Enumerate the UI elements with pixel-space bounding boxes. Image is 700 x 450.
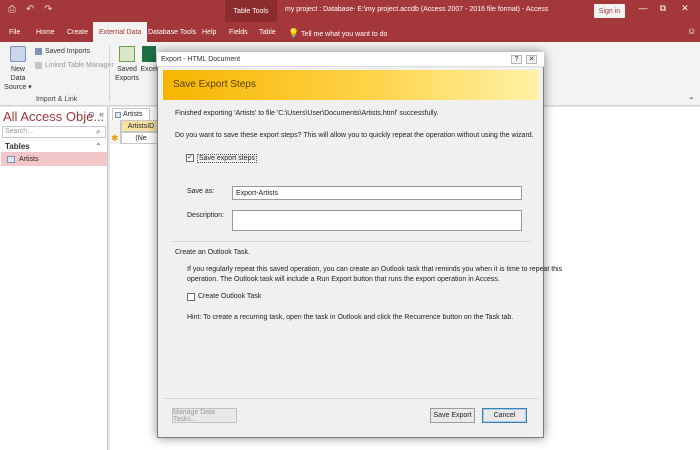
context-tab-label: Table Tools [225,0,277,22]
tab-fields[interactable]: Fields [229,22,248,42]
new-data-source-button[interactable]: New Data Source ▾ [3,46,33,92]
undo-icon[interactable]: ↶ [26,4,34,15]
save-icon[interactable]: ⎙ [8,4,16,15]
save-as-input[interactable]: Export-Artists [232,186,522,200]
save-steps-checkbox[interactable]: ✓ [186,154,194,162]
table-icon [115,111,121,118]
excel-icon [142,46,156,62]
outlook-task-header: Create an Outlook Task. [175,249,250,256]
save-steps-label[interactable]: Save export steps [197,154,258,163]
tables-group-header[interactable]: Tables [5,142,30,151]
banner-title: Save Export Steps [173,79,256,90]
tab-home[interactable]: Home [36,22,55,42]
nav-menu-icon[interactable]: ⊙ [88,110,95,119]
saved-exports-button[interactable]: Saved Exports [113,46,141,83]
table-icon [7,155,15,163]
finished-message: Finished exporting 'Artists' to file 'C:… [175,110,439,117]
close-dialog-button[interactable]: ✕ [526,55,537,64]
new-data-source-label-2: Source [4,84,27,91]
datasheet-tab-artists[interactable]: Artists [112,108,150,120]
footer-divider [163,398,539,399]
collapse-group-icon[interactable]: ⌃ [95,142,102,151]
dialog-title: Export - HTML Document [157,52,544,67]
minimize-button[interactable]: — [636,3,650,13]
section-divider [171,241,531,242]
shutter-bar-icon[interactable]: « [99,109,104,119]
saved-exports-icon [119,46,135,62]
new-record-icon: ✱ [111,133,119,143]
group-import-link-label: Import & Link [36,96,78,103]
saved-imports-button[interactable]: Saved Imports [35,48,90,55]
nav-item-artists[interactable]: Artists [1,152,107,166]
linked-table-manager-button[interactable]: Linked Table Manager [35,62,114,69]
nav-item-label: Artists [19,155,39,163]
sign-in-button[interactable]: Sign in [594,4,625,18]
tab-file[interactable]: File [9,22,20,42]
tab-table[interactable]: Table [259,22,276,42]
datasheet-tab-label: Artists [123,111,143,118]
tab-create[interactable]: Create [67,22,88,42]
tell-me-text: Tell me what you want to do [301,31,388,38]
saved-imports-icon [35,48,42,55]
create-outlook-task-label[interactable]: Create Outlook Task [198,293,261,300]
manage-data-tasks-button[interactable]: Manage Data Tasks... [172,408,237,423]
save-question: Do you want to save these export steps? … [175,132,534,139]
description-input[interactable] [232,210,522,231]
excel-label: Excel [140,66,158,73]
tab-external-data[interactable]: External Data [93,22,148,42]
chevron-down-icon: ▾ [26,84,32,91]
save-export-button[interactable]: Save Export [430,408,475,423]
linked-table-manager-label: Linked Table Manager [45,62,114,69]
restore-button[interactable]: ⧉ [656,3,670,14]
outlook-paragraph-line1: If you regularly repeat this saved opera… [187,266,563,273]
column-header-artistsid[interactable]: ArtistsID [121,120,161,132]
hint-text: Hint: To create a recurring task, open t… [187,314,514,321]
saved-exports-label-1: Saved [117,66,137,73]
linked-table-icon [35,62,42,69]
tab-help[interactable]: Help [202,22,216,42]
tab-database-tools[interactable]: Database Tools [148,22,196,42]
new-record-cell[interactable]: (Ne [121,132,161,144]
saved-exports-label-2: Exports [115,75,139,82]
collapse-ribbon-icon[interactable]: ⌃ [688,96,695,105]
close-window-button[interactable]: ✕ [678,3,692,14]
create-outlook-task-checkbox[interactable] [187,293,195,301]
database-icon [10,46,26,62]
ribbon-separator [109,46,110,102]
help-button[interactable]: ? [511,55,522,64]
redo-icon[interactable]: ↷ [44,4,52,15]
save-as-label: Save as: [187,188,215,195]
export-excel-button[interactable]: Excel [140,46,158,74]
search-icon: ⌕ [96,127,101,136]
cancel-button[interactable]: Cancel [482,408,527,423]
description-label: Description: [187,212,224,219]
new-data-source-label-1: New Data [10,66,26,82]
lightbulb-icon: 💡 [288,28,300,38]
smiley-icon[interactable]: ☺ [687,26,696,36]
outlook-paragraph-line2: operation. The Outlook task will include… [187,276,500,283]
nav-search-input[interactable]: Search... [2,126,106,138]
tell-me-box[interactable]: 💡 Tell me what you want to do [288,28,387,39]
window-title: my project : Database- E:\my project.acc… [285,6,549,13]
saved-imports-label: Saved Imports [45,48,91,55]
